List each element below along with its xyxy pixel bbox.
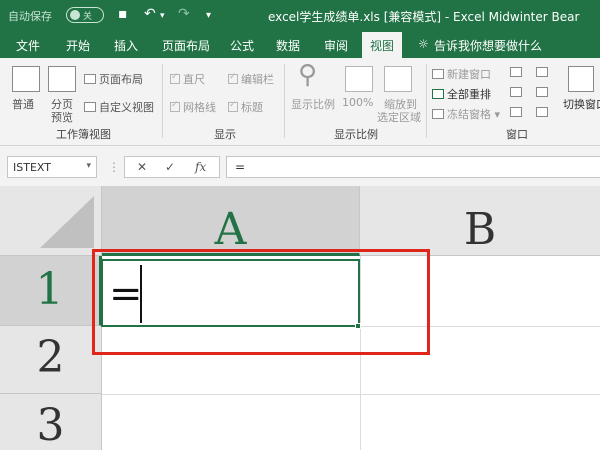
title-bar: 自动保存 关 ▪ ↶ ▾ ↷ ▾ excel学生成绩单.xls [兼容模式] -…	[0, 0, 600, 32]
page-layout-view-button[interactable]: 页面布局	[84, 71, 143, 87]
page-break-preview-label2: 预览	[51, 111, 73, 124]
row-header-2[interactable]: 2	[0, 326, 102, 394]
reset-window-icon[interactable]	[536, 107, 548, 117]
formula-bar-checkbox[interactable]: 编辑栏	[228, 71, 274, 87]
row-header-1[interactable]: 1	[0, 256, 102, 326]
view-side-by-side-icon[interactable]	[536, 67, 548, 77]
undo-icon[interactable]: ↶	[144, 6, 156, 22]
tab-file[interactable]: 文件	[16, 37, 40, 54]
more-options-icon[interactable]: ⋮	[108, 160, 120, 174]
tab-insert[interactable]: 插入	[114, 37, 138, 54]
row-header-3[interactable]: 3	[0, 394, 102, 451]
arrange-all-button[interactable]: 全部重排	[432, 86, 491, 102]
tab-review[interactable]: 审阅	[324, 37, 348, 54]
checkbox-icon	[228, 100, 238, 112]
freeze-panes-label: 冻结窗格	[447, 108, 491, 121]
freeze-panes-icon	[432, 109, 444, 119]
group-label-zoom: 显示比例	[334, 128, 378, 141]
gridlines-label: 网格线	[183, 101, 216, 114]
autosave-label: 自动保存	[8, 10, 52, 23]
page-layout-icon	[84, 74, 96, 84]
insert-function-icon[interactable]: fx	[195, 160, 206, 174]
formula-input[interactable]: =	[226, 156, 600, 178]
tell-me-search[interactable]: 告诉我你想要做什么	[434, 37, 542, 54]
customize-toolbar-icon[interactable]: ▾	[206, 10, 211, 21]
checkbox-icon	[170, 72, 180, 84]
tab-home[interactable]: 开始	[66, 37, 90, 54]
new-window-label: 新建窗口	[447, 68, 491, 81]
group-label-workbook-views: 工作簿视图	[56, 128, 111, 141]
zoom-to-selection-icon	[384, 66, 412, 92]
redo-icon[interactable]: ↷	[178, 6, 190, 22]
gridline	[360, 256, 361, 450]
formula-buttons: ✕ ✓ fx	[124, 156, 220, 178]
name-box[interactable]: ISTEXT ▾	[7, 156, 97, 178]
ruler-checkbox[interactable]: 直尺	[170, 71, 205, 87]
group-label-window: 窗口	[506, 128, 528, 141]
lightbulb-icon: ☼	[418, 37, 429, 51]
switch-windows-button[interactable]: 切换窗口	[563, 96, 600, 112]
zoom-to-selection-label2: 选定区域	[377, 111, 421, 124]
tab-view[interactable]: 视图	[362, 32, 403, 58]
hide-icon[interactable]	[510, 87, 522, 97]
cancel-icon[interactable]: ✕	[137, 160, 147, 174]
text-cursor	[140, 265, 142, 323]
magnifier-icon: ⚲	[298, 60, 318, 90]
custom-views-button[interactable]: 自定义视图	[84, 99, 154, 115]
active-cell-a1[interactable]: =	[101, 259, 360, 327]
checkbox-icon	[170, 100, 180, 112]
column-header-b[interactable]: B	[360, 186, 600, 256]
chevron-down-icon[interactable]: ▾	[86, 161, 91, 171]
unhide-icon[interactable]	[510, 107, 522, 117]
formula-bar: ISTEXT ▾ ⋮ ✕ ✓ fx =	[0, 146, 600, 186]
sync-scroll-icon[interactable]	[536, 87, 548, 97]
tab-page-layout[interactable]: 页面布局	[162, 37, 210, 54]
group-separator	[162, 64, 163, 138]
gridline	[102, 394, 600, 395]
headings-checkbox[interactable]: 标题	[228, 99, 263, 115]
autosave-state: 关	[83, 12, 93, 22]
new-window-icon	[432, 69, 444, 79]
split-icon[interactable]	[510, 67, 522, 77]
custom-views-label: 自定义视图	[99, 101, 154, 114]
custom-views-icon	[84, 102, 96, 112]
headings-label: 标题	[241, 101, 263, 114]
select-all-triangle-icon	[40, 196, 94, 248]
page-layout-label: 页面布局	[99, 73, 143, 86]
arrange-all-icon	[432, 89, 444, 99]
autosave-toggle[interactable]: 关	[66, 7, 104, 23]
select-all-corner[interactable]	[0, 186, 102, 256]
zoom-button[interactable]: 显示比例	[291, 96, 335, 112]
save-icon[interactable]: ▪	[118, 6, 128, 22]
normal-view-button[interactable]: 普通	[12, 96, 34, 112]
zoom-100-button[interactable]: 100%	[342, 96, 373, 109]
normal-view-icon	[12, 66, 40, 92]
spreadsheet-grid: A B 1 2 3 =	[0, 186, 600, 451]
fill-handle[interactable]	[355, 323, 361, 329]
ribbon-tabs: 文件 开始 插入 页面布局 公式 数据 审阅 视图 ☼ 告诉我你想要做什么	[0, 32, 600, 58]
enter-icon[interactable]: ✓	[165, 160, 175, 174]
zoom-100-icon	[345, 66, 373, 92]
tab-formulas[interactable]: 公式	[230, 37, 254, 54]
ribbon-view: 普通 分页 预览 页面布局 自定义视图 工作簿视图 直尺 编辑栏 网格线 标题 …	[0, 58, 600, 146]
column-header-a[interactable]: A	[102, 186, 360, 256]
new-window-button[interactable]: 新建窗口	[432, 66, 491, 82]
tab-data[interactable]: 数据	[276, 37, 300, 54]
undo-dropdown-icon[interactable]: ▾	[160, 11, 165, 21]
checkbox-icon	[228, 72, 238, 84]
window-title: excel学生成绩单.xls [兼容模式] - Excel Midwinter …	[268, 10, 580, 24]
ruler-label: 直尺	[183, 73, 205, 86]
name-box-value: ISTEXT	[13, 161, 51, 174]
cell-a1-value: =	[109, 271, 143, 317]
arrange-all-label: 全部重排	[447, 88, 491, 101]
page-break-preview-icon	[48, 66, 76, 92]
gridlines-checkbox[interactable]: 网格线	[170, 99, 216, 115]
group-label-show: 显示	[214, 128, 236, 141]
freeze-panes-button[interactable]: 冻结窗格 ▾	[432, 106, 500, 122]
group-separator	[426, 64, 427, 138]
group-separator	[284, 64, 285, 138]
switch-windows-icon	[568, 66, 594, 92]
toggle-knob	[70, 10, 80, 20]
formula-bar-label: 编辑栏	[241, 73, 274, 86]
